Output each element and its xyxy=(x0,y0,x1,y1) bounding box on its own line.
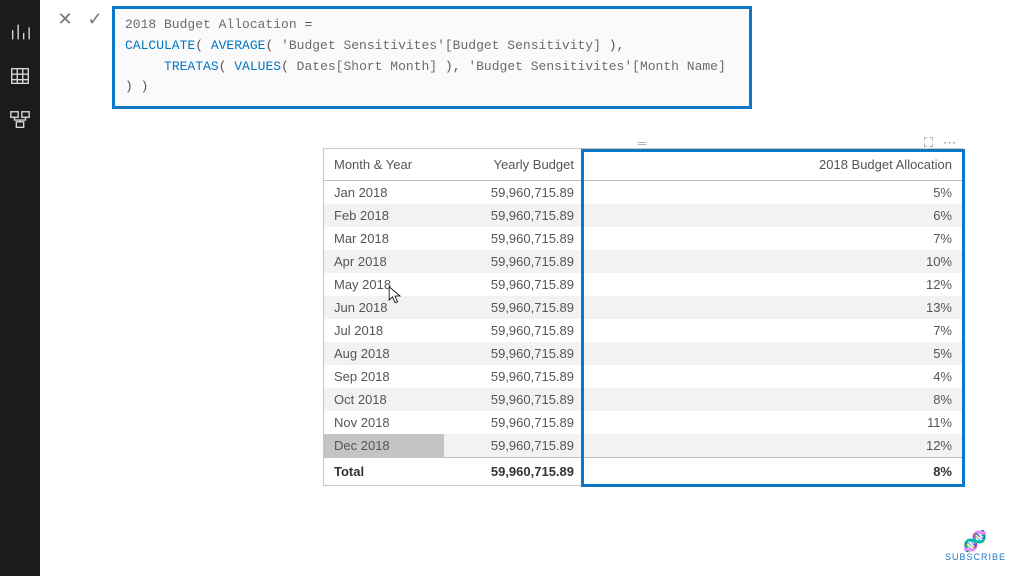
data-view-icon[interactable] xyxy=(6,62,34,90)
table-row[interactable]: Dec 201859,960,715.8912% xyxy=(324,434,962,458)
cell-budget: 59,960,715.89 xyxy=(444,434,584,458)
table-visual[interactable]: ═ ⛶ ⋯ Month & Year Yearly Budget 2018 Bu… xyxy=(323,148,963,486)
table-row[interactable]: Sep 201859,960,715.894% xyxy=(324,365,962,388)
cell-budget: 59,960,715.89 xyxy=(444,204,584,227)
cell-budget: 59,960,715.89 xyxy=(444,181,584,205)
table-row[interactable]: Apr 201859,960,715.8910% xyxy=(324,250,962,273)
cell-budget: 59,960,715.89 xyxy=(444,273,584,296)
cell-month: Feb 2018 xyxy=(324,204,444,227)
cell-month: Jun 2018 xyxy=(324,296,444,319)
table-body: Jan 201859,960,715.895%Feb 201859,960,71… xyxy=(324,181,962,458)
table-row[interactable]: Nov 201859,960,715.8911% xyxy=(324,411,962,434)
cell-budget: 59,960,715.89 xyxy=(444,411,584,434)
cell-month: May 2018 xyxy=(324,273,444,296)
cell-month: Jan 2018 xyxy=(324,181,444,205)
cell-allocation: 7% xyxy=(584,319,962,342)
cell-allocation: 12% xyxy=(584,434,962,458)
cell-month: Nov 2018 xyxy=(324,411,444,434)
cell-month: Mar 2018 xyxy=(324,227,444,250)
report-canvas[interactable]: ✕ ✓ 2018 Budget Allocation = CALCULATE( … xyxy=(40,0,1024,576)
table-row[interactable]: Jul 201859,960,715.897% xyxy=(324,319,962,342)
cell-month: Aug 2018 xyxy=(324,342,444,365)
formula-bar[interactable]: 2018 Budget Allocation = CALCULATE( AVER… xyxy=(112,6,752,109)
total-budget: 59,960,715.89 xyxy=(444,458,584,486)
col-header-allocation[interactable]: 2018 Budget Allocation xyxy=(584,149,962,181)
measure-name: 2018 Budget Allocation xyxy=(125,17,297,32)
table-row[interactable]: Aug 201859,960,715.895% xyxy=(324,342,962,365)
table-header-row: Month & Year Yearly Budget 2018 Budget A… xyxy=(324,149,962,181)
cell-month: Apr 2018 xyxy=(324,250,444,273)
more-options-icon[interactable]: ⋯ xyxy=(943,135,956,151)
cell-budget: 59,960,715.89 xyxy=(444,365,584,388)
report-view-icon[interactable] xyxy=(6,18,34,46)
cell-budget: 59,960,715.89 xyxy=(444,388,584,411)
dna-icon: 🧬 xyxy=(945,532,1006,552)
total-label: Total xyxy=(324,458,444,486)
cell-allocation: 11% xyxy=(584,411,962,434)
col-header-budget[interactable]: Yearly Budget xyxy=(444,149,584,181)
table-row[interactable]: Oct 201859,960,715.898% xyxy=(324,388,962,411)
focus-mode-icon[interactable]: ⛶ xyxy=(924,135,933,151)
view-sidebar xyxy=(0,0,40,576)
cell-month: Sep 2018 xyxy=(324,365,444,388)
cell-allocation: 7% xyxy=(584,227,962,250)
table-row[interactable]: Feb 201859,960,715.896% xyxy=(324,204,962,227)
subscribe-watermark: 🧬 SUBSCRIBE xyxy=(945,532,1006,562)
cell-allocation: 5% xyxy=(584,342,962,365)
table-row[interactable]: May 201859,960,715.8912% xyxy=(324,273,962,296)
col-header-month[interactable]: Month & Year xyxy=(324,149,444,181)
cell-allocation: 4% xyxy=(584,365,962,388)
table-total-row: Total 59,960,715.89 8% xyxy=(324,458,962,486)
table-row[interactable]: Mar 201859,960,715.897% xyxy=(324,227,962,250)
cell-allocation: 13% xyxy=(584,296,962,319)
cell-budget: 59,960,715.89 xyxy=(444,342,584,365)
visual-drag-handle[interactable]: ═ xyxy=(324,137,962,149)
cell-month: Dec 2018 xyxy=(324,434,444,458)
cell-budget: 59,960,715.89 xyxy=(444,296,584,319)
formula-commit-button[interactable]: ✓ xyxy=(82,6,108,32)
model-view-icon[interactable] xyxy=(6,106,34,134)
cell-month: Jul 2018 xyxy=(324,319,444,342)
table-row[interactable]: Jun 201859,960,715.8913% xyxy=(324,296,962,319)
cell-budget: 59,960,715.89 xyxy=(444,319,584,342)
cell-allocation: 6% xyxy=(584,204,962,227)
cell-budget: 59,960,715.89 xyxy=(444,227,584,250)
formula-cancel-button[interactable]: ✕ xyxy=(52,6,78,32)
cell-month: Oct 2018 xyxy=(324,388,444,411)
table-row[interactable]: Jan 201859,960,715.895% xyxy=(324,181,962,205)
subscribe-label: SUBSCRIBE xyxy=(945,552,1006,562)
cell-budget: 59,960,715.89 xyxy=(444,250,584,273)
total-allocation: 8% xyxy=(584,458,962,486)
cell-allocation: 8% xyxy=(584,388,962,411)
cell-allocation: 5% xyxy=(584,181,962,205)
cell-allocation: 12% xyxy=(584,273,962,296)
cell-allocation: 10% xyxy=(584,250,962,273)
